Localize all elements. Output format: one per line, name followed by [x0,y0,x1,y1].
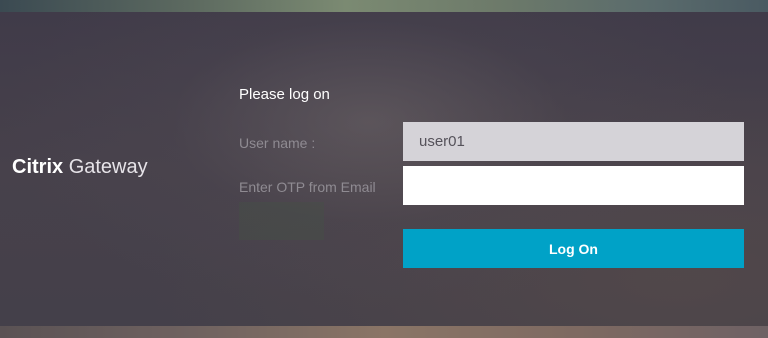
background-top-strip [0,0,768,12]
background-bottom-strip [0,326,768,338]
username-input[interactable] [403,122,744,161]
username-label: User name : [239,135,316,151]
log-on-button[interactable]: Log On [403,229,744,268]
brand-name-bold: Citrix [12,156,64,178]
brand-logo: Citrix Gateway [12,154,148,180]
background-tile [239,202,324,240]
login-prompt: Please log on [239,86,330,103]
brand-name-light: Gateway [68,156,148,178]
otp-label: Enter OTP from Email [239,179,376,195]
otp-input[interactable] [403,166,744,205]
